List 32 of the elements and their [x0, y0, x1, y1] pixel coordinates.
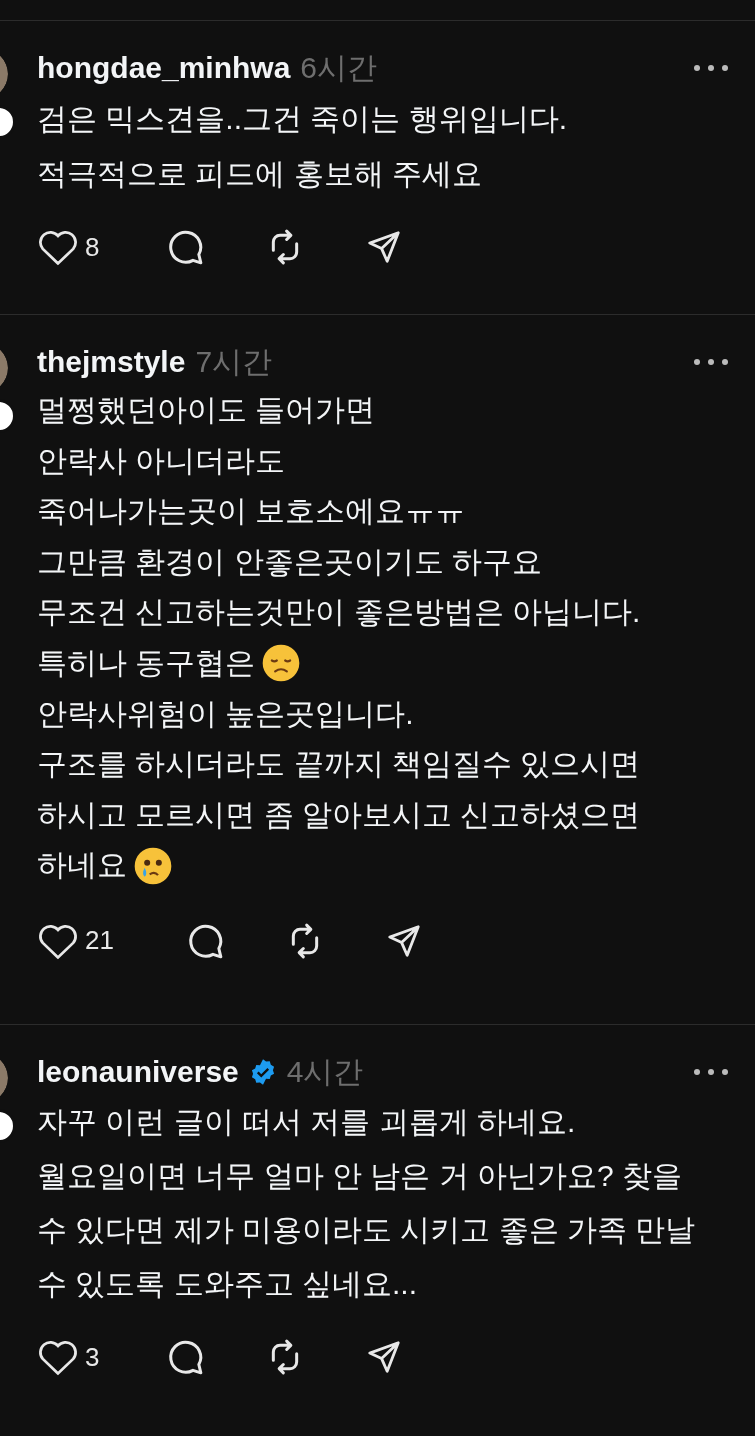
comment-text-line: 죽어나가는곳이 보호소에요ㅠㅠ [37, 493, 466, 530]
comment-text-line: 특히나 동구협은 [37, 644, 256, 681]
username[interactable]: hongdae_minhwa [37, 51, 291, 85]
comment-text-line: 구조를 하시더라도 끝까지 책임질수 있으시면 [37, 746, 641, 783]
comment-text-line: 적극적으로 피드에 홍보해 주세요 [37, 156, 482, 192]
username[interactable]: thejmstyle [37, 345, 186, 379]
comment-text-line: 무조건 신고하는것만이 좋은방법은 아닙니다. [37, 594, 641, 631]
like-count: 8 [85, 231, 100, 263]
comment-text-line: 수 있도록 도와주고 싶네요... [37, 1266, 417, 1302]
comment-text-line: 안락사위험이 높은곳입니다. [37, 695, 414, 732]
more-icon[interactable] [693, 63, 729, 73]
heart-icon[interactable] [37, 1338, 79, 1376]
post-time: 6시간 [300, 49, 378, 86]
post-time: 7시간 [195, 343, 273, 380]
heart-icon[interactable] [37, 228, 79, 266]
comment-text-line: 검은 믹스견을..그건 죽이는 행위입니다. [37, 101, 567, 137]
more-icon[interactable] [693, 357, 729, 367]
post-time: 4시간 [286, 1053, 364, 1090]
comment-text-line: 월요일이면 너무 얼마 안 남은 거 아닌가요? 찾을 [37, 1158, 683, 1194]
send-icon[interactable] [365, 228, 403, 266]
more-icon[interactable] [693, 1067, 729, 1077]
comment-text-line: 자꾸 이런 글이 떠서 저를 괴롭게 하네요. [37, 1104, 576, 1140]
comment-text-line: 안락사 아니더라도 [37, 442, 286, 479]
comment-text-line: 수 있다면 제가 미용이라도 시키고 좋은 가족 만날 [37, 1212, 696, 1248]
like-count: 21 [85, 925, 114, 957]
send-icon[interactable] [365, 1338, 403, 1376]
comment-text-line: 멀쩡했던아이도 들어가면 [37, 392, 376, 428]
comment-text-line: 그만큼 환경이 안좋은곳이기도 하구요 [37, 543, 542, 580]
comment-text-line: 하네요 [37, 847, 127, 884]
username[interactable]: leonauniverse [37, 1055, 239, 1089]
like-count: 3 [85, 1341, 100, 1373]
comment-text-line: 하시고 모르시면 좀 알아보시고 신고하셨으면 [37, 796, 641, 833]
